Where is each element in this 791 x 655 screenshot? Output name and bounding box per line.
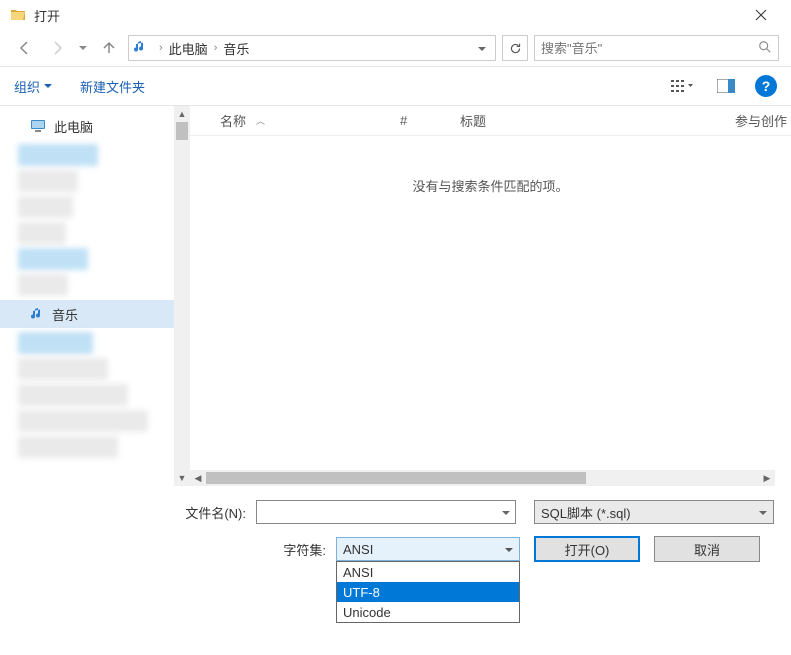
column-contrib[interactable]: 参与创作 <box>650 111 791 130</box>
column-number[interactable]: # <box>390 113 450 128</box>
column-name[interactable]: 名称 ︿ <box>210 111 390 130</box>
chevron-down-icon[interactable] <box>497 505 515 520</box>
breadcrumb-current[interactable]: 音乐 <box>221 39 251 58</box>
forward-button[interactable] <box>44 35 70 61</box>
address-bar[interactable]: › 此电脑 › 音乐 <box>128 35 496 61</box>
filetype-value: SQL脚本 (*.sql) <box>541 503 631 522</box>
organize-menu[interactable]: 组织 <box>14 77 52 96</box>
tree-item-this-pc[interactable]: 此电脑 <box>0 112 190 140</box>
address-dropdown[interactable] <box>473 41 491 56</box>
scroll-right-icon[interactable]: ▶ <box>759 470 775 486</box>
scroll-up-icon[interactable]: ▲ <box>174 106 190 122</box>
chevron-down-icon <box>759 505 767 520</box>
help-button[interactable]: ? <box>755 75 777 97</box>
folder-open-icon <box>10 7 26 23</box>
filename-combobox[interactable] <box>256 500 516 524</box>
back-button[interactable] <box>12 35 38 61</box>
charset-option-unicode[interactable]: Unicode <box>337 602 519 622</box>
view-options-button[interactable] <box>667 74 697 98</box>
search-input[interactable] <box>541 41 758 56</box>
charset-value: ANSI <box>343 542 373 557</box>
scroll-left-icon[interactable]: ◀ <box>190 470 206 486</box>
cancel-button[interactable]: 取消 <box>654 536 760 562</box>
close-button[interactable] <box>741 0 781 30</box>
organize-label: 组织 <box>14 77 40 96</box>
chevron-right-icon: › <box>155 42 167 54</box>
scroll-down-icon[interactable]: ▼ <box>174 470 190 486</box>
filetype-select[interactable]: SQL脚本 (*.sql) <box>534 500 774 524</box>
column-headers: 名称 ︿ # 标题 参与创作 <box>190 106 791 136</box>
window-title: 打开 <box>34 6 741 25</box>
monitor-icon <box>30 119 46 133</box>
preview-pane-button[interactable] <box>711 74 741 98</box>
scroll-thumb[interactable] <box>206 472 586 484</box>
horizontal-scrollbar[interactable]: ◀ ▶ <box>190 470 775 486</box>
scroll-thumb[interactable] <box>176 122 188 140</box>
tree-label: 此电脑 <box>54 117 93 136</box>
new-folder-button[interactable]: 新建文件夹 <box>80 77 145 96</box>
breadcrumb-root[interactable]: 此电脑 <box>167 39 210 58</box>
filename-label: 文件名(N): <box>16 503 256 522</box>
charset-option-ansi[interactable]: ANSI <box>337 562 519 582</box>
column-title[interactable]: 标题 <box>450 111 650 130</box>
tree-item-music[interactable]: 音乐 <box>0 300 190 328</box>
tree-label: 音乐 <box>52 305 78 324</box>
recent-dropdown[interactable] <box>76 35 90 61</box>
sidebar-scrollbar[interactable]: ▲ ▼ <box>174 106 190 486</box>
chevron-down-icon <box>505 542 513 557</box>
charset-dropdown: ANSI UTF-8 Unicode <box>336 561 520 623</box>
music-icon <box>30 307 44 321</box>
up-button[interactable] <box>96 35 122 61</box>
music-icon <box>133 40 149 56</box>
charset-label: 字符集: <box>16 540 336 559</box>
chevron-right-icon: › <box>210 42 222 54</box>
charset-select[interactable]: ANSI <box>336 537 520 561</box>
search-icon[interactable] <box>758 40 772 57</box>
search-box[interactable] <box>534 35 779 61</box>
refresh-button[interactable] <box>502 35 528 61</box>
open-button[interactable]: 打开(O) <box>534 536 640 562</box>
filename-input[interactable] <box>257 505 497 520</box>
sort-caret-icon: ︿ <box>256 114 265 127</box>
empty-message: 没有与搜索条件匹配的项。 <box>190 136 791 235</box>
navigation-tree: 此电脑 音乐 ▲ ▼ <box>0 106 190 486</box>
charset-option-utf8[interactable]: UTF-8 <box>337 582 519 602</box>
